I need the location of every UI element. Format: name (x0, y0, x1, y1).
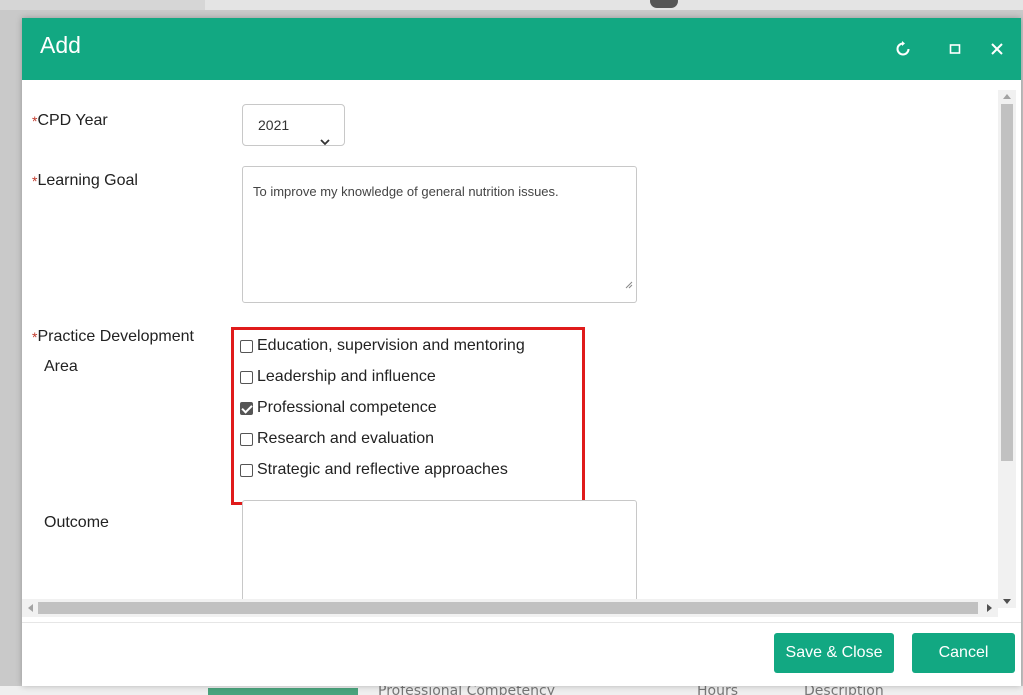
outcome-label: Outcome (44, 514, 109, 531)
checkbox-label: Education, supervision and mentoring (257, 337, 525, 354)
learning-goal-textarea[interactable]: To improve my knowledge of general nutri… (242, 166, 637, 303)
close-icon (990, 42, 1004, 56)
background-row-badge (208, 688, 358, 695)
close-button[interactable] (984, 36, 1010, 62)
checkbox-label: Leadership and influence (257, 368, 436, 385)
background-avatar (650, 0, 678, 8)
checkbox-label: Research and evaluation (257, 430, 435, 447)
maximize-icon (949, 43, 961, 55)
footer-divider (22, 622, 1021, 623)
cpd-year-value: 2021 (258, 117, 290, 133)
maximize-button[interactable] (942, 36, 968, 62)
dialog-titlebar: Add (22, 18, 1021, 80)
cpd-year-label: *CPD Year (32, 112, 108, 129)
background-strip (205, 0, 1023, 10)
background-row-description: Description (804, 686, 884, 695)
checkbox-label: Strategic and reflective approaches (257, 461, 508, 478)
checkbox-education[interactable]: Education, supervision and mentoring (240, 331, 525, 361)
checkbox-strategic[interactable]: Strategic and reflective approaches (240, 455, 508, 485)
checkbox-box-checked[interactable] (240, 401, 253, 415)
practice-area-label-line2: Area (44, 358, 78, 375)
practice-area-label: *Practice Development (32, 328, 194, 345)
background-table-row: Professional Competency Hours Descriptio… (0, 686, 1023, 695)
resize-grip-icon[interactable] (624, 270, 633, 299)
checkbox-label: Professional competence (257, 399, 437, 416)
add-dialog: Add *CPD Year 2021 *Learning Goal To imp… (22, 18, 1021, 686)
background-row-hours: Hours (697, 686, 739, 695)
scroll-right-icon[interactable] (987, 604, 992, 612)
vertical-scrollbar[interactable] (998, 90, 1016, 608)
cpd-year-select[interactable]: 2021 (242, 104, 345, 146)
checkbox-professional-competence[interactable]: Professional competence (240, 393, 437, 423)
learning-goal-label: *Learning Goal (32, 172, 138, 189)
scroll-up-icon[interactable] (1003, 94, 1011, 99)
save-close-button[interactable]: Save & Close (774, 633, 894, 673)
learning-goal-text: To improve my knowledge of general nutri… (253, 184, 559, 199)
checkbox-box[interactable] (240, 432, 253, 446)
dialog-content: *CPD Year 2021 *Learning Goal To improve… (22, 80, 1021, 608)
chevron-down-icon (320, 121, 330, 161)
background-page-header (0, 0, 1023, 10)
refresh-button[interactable] (890, 36, 916, 62)
checkbox-research[interactable]: Research and evaluation (240, 424, 434, 454)
cancel-button[interactable]: Cancel (912, 633, 1015, 673)
refresh-icon (895, 41, 911, 57)
checkbox-leadership[interactable]: Leadership and influence (240, 362, 436, 392)
checkbox-box[interactable] (240, 339, 253, 353)
scroll-left-icon[interactable] (28, 604, 33, 612)
outcome-textarea[interactable] (242, 500, 637, 608)
checkbox-box[interactable] (240, 370, 253, 384)
horizontal-scrollbar[interactable] (22, 599, 998, 617)
horizontal-scroll-thumb[interactable] (38, 602, 978, 614)
vertical-scroll-thumb[interactable] (1001, 104, 1013, 461)
background-row-text: Professional Competency (378, 686, 556, 695)
dialog-title: Add (40, 32, 81, 58)
scroll-down-icon[interactable] (1003, 599, 1011, 604)
checkbox-box[interactable] (240, 463, 253, 477)
